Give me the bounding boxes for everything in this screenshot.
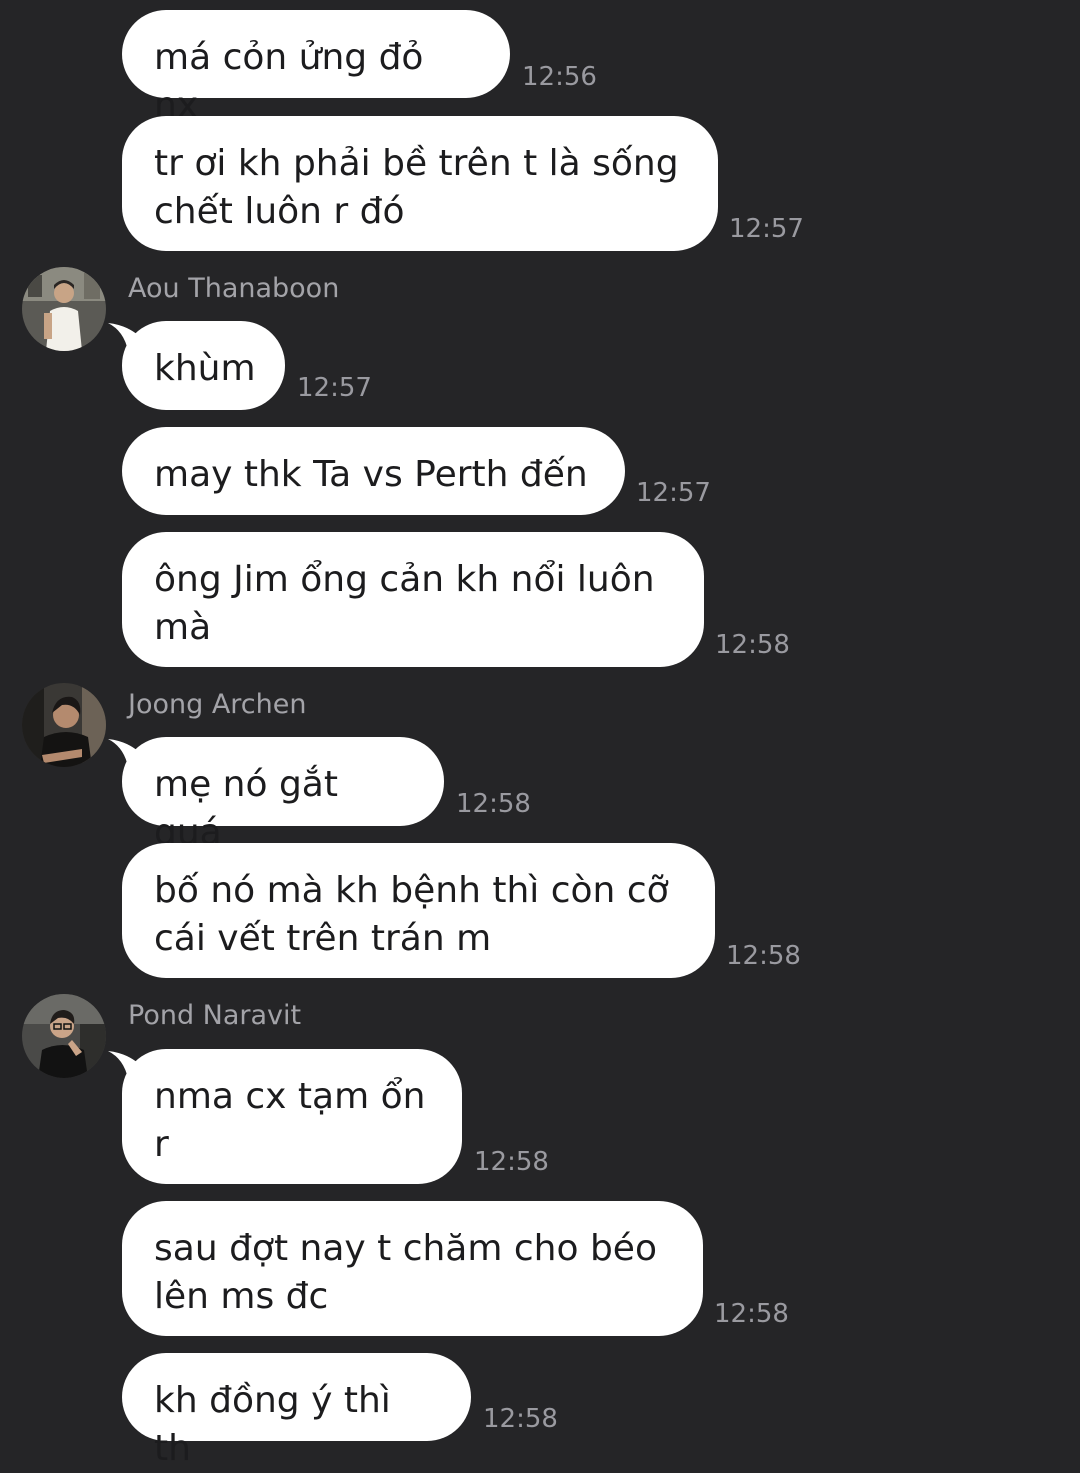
- message-bubble[interactable]: má cỏn ửng đỏ nx: [122, 10, 510, 126]
- message-time: 12:58: [726, 941, 801, 971]
- message-time: 12:58: [714, 1299, 789, 1329]
- message-time: 12:58: [474, 1147, 549, 1177]
- message-bubble[interactable]: mẹ nó gắt quá: [122, 737, 444, 853]
- message-time: 12:58: [483, 1404, 558, 1434]
- message-time: 12:58: [456, 789, 531, 819]
- avatar[interactable]: [22, 267, 106, 351]
- message-time: 12:57: [297, 373, 372, 403]
- sender-name: Pond Naravit: [128, 1000, 302, 1031]
- sender-name: Joong Archen: [128, 689, 307, 720]
- message-bubble[interactable]: khùm: [122, 321, 285, 410]
- message-time: 12:58: [715, 630, 790, 660]
- message-bubble[interactable]: ông Jim ổng cản kh nổi luôn mà: [122, 532, 704, 667]
- message-bubble[interactable]: nma cx tạm ổn r: [122, 1049, 462, 1184]
- message-bubble[interactable]: kh đồng ý thì th: [122, 1353, 471, 1469]
- message-time: 12:57: [636, 478, 711, 508]
- chat-thread: má cỏn ửng đỏ nx 12:56 tr ơi kh phải bề …: [0, 0, 1080, 1469]
- message-bubble[interactable]: bố nó mà kh bệnh thì còn cỡ cái vết trên…: [122, 843, 715, 978]
- message-bubble[interactable]: sau đợt nay t chăm cho béo lên ms đc: [122, 1201, 703, 1336]
- avatar[interactable]: [22, 683, 106, 767]
- message-bubble[interactable]: may thk Ta vs Perth đến: [122, 427, 625, 515]
- message-time: 12:56: [522, 62, 597, 92]
- avatar[interactable]: [22, 994, 106, 1078]
- sender-name: Aou Thanaboon: [128, 273, 340, 304]
- message-bubble[interactable]: tr ơi kh phải bề trên t là sống chết luô…: [122, 116, 718, 251]
- message-time: 12:57: [729, 214, 804, 244]
